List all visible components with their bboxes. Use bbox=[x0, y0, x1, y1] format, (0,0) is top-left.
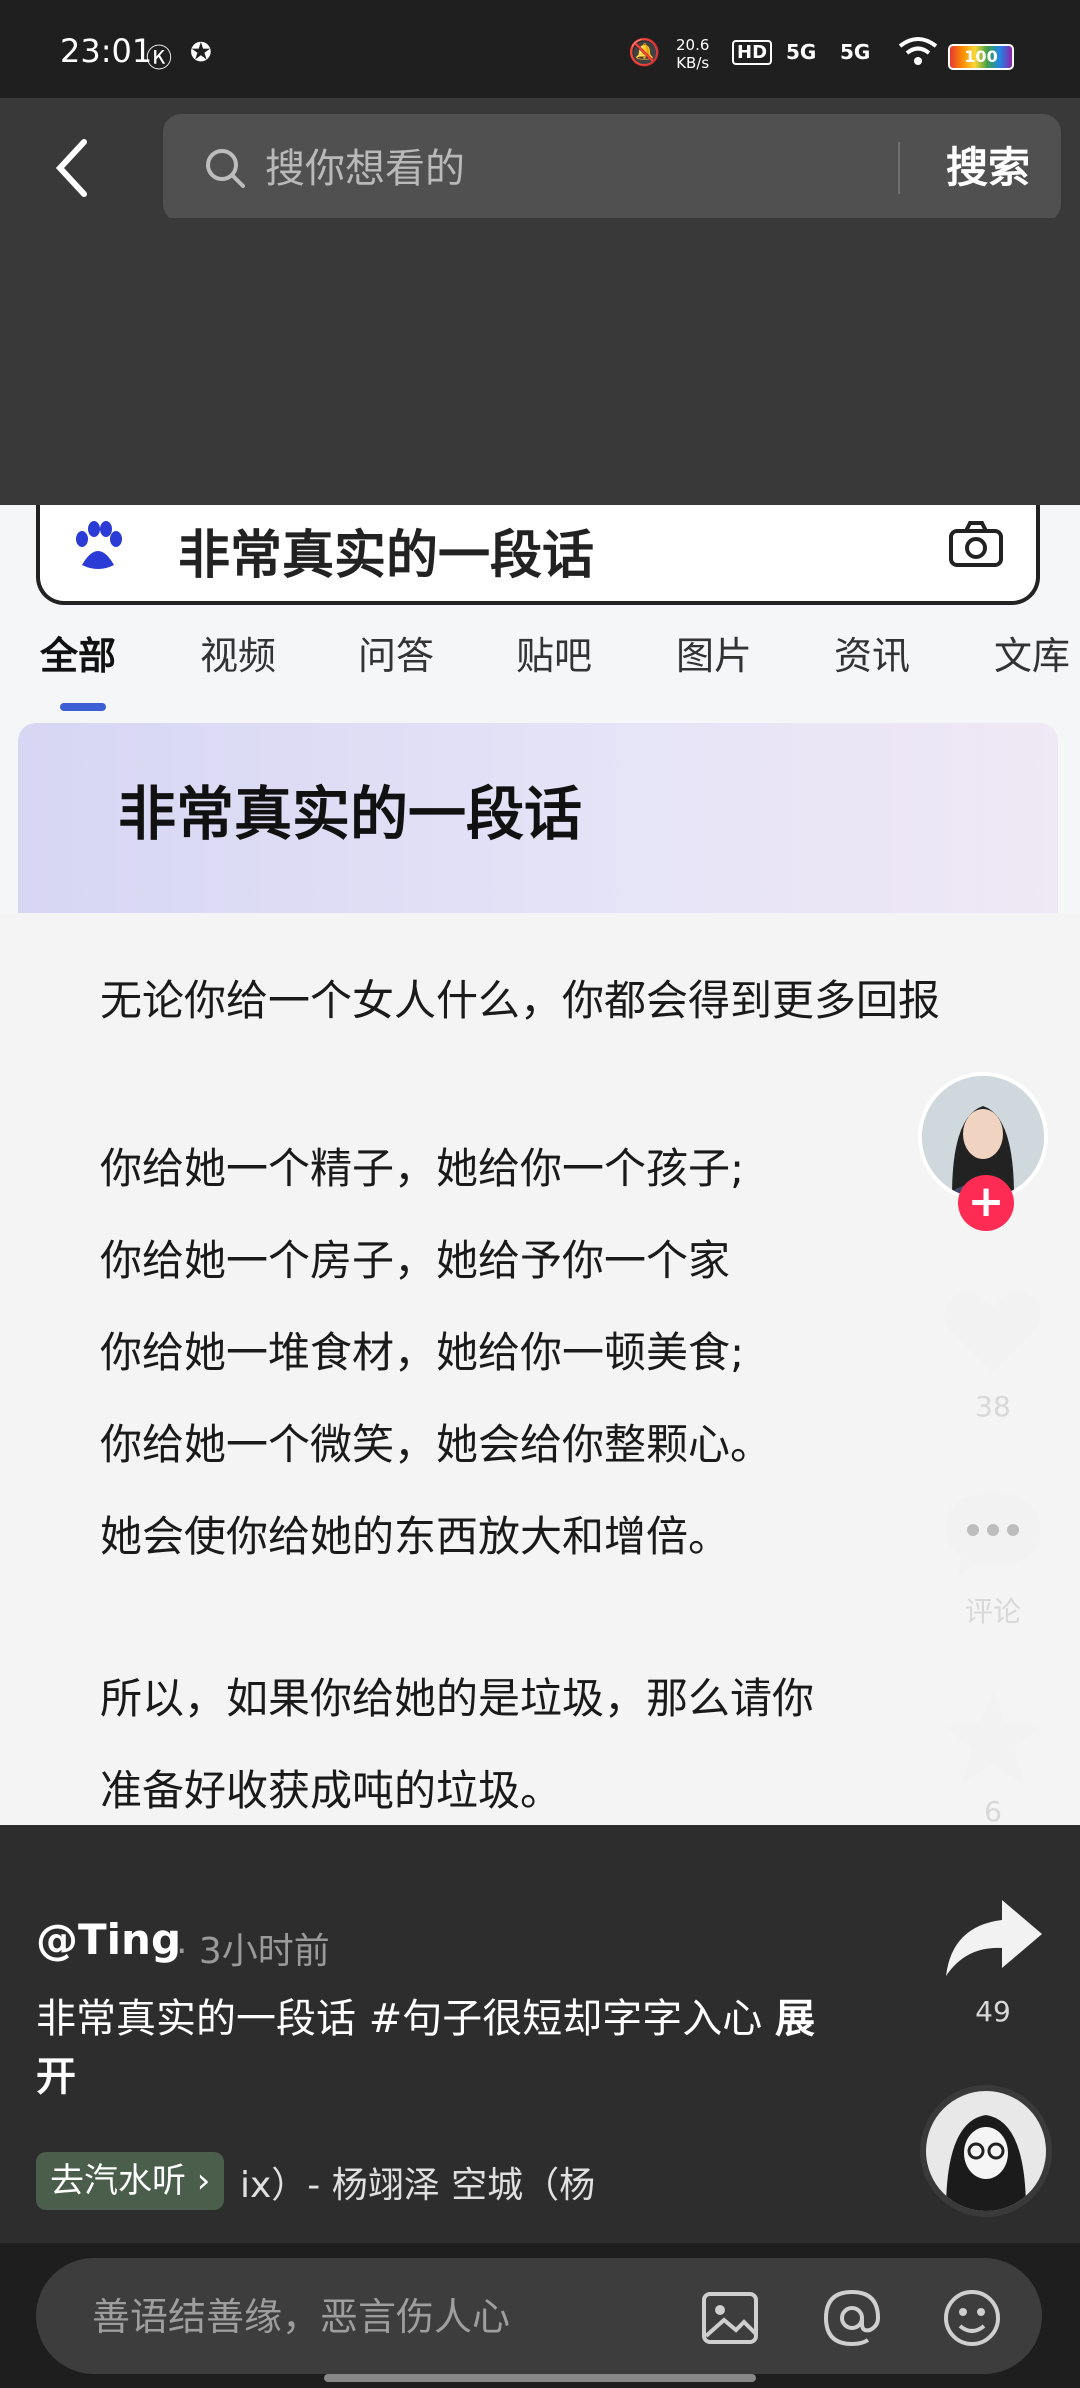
result-card-title: 非常真实的一段话 bbox=[118, 780, 583, 848]
status-bar: 23:01 Ⓚ ✪ 🔕 20.6 KB/s HD 5G 5G 100 bbox=[0, 0, 1080, 98]
home-indicator[interactable] bbox=[324, 2374, 756, 2382]
tab-images: 图片 bbox=[676, 634, 753, 678]
search-button[interactable]: 搜索 bbox=[933, 136, 1043, 200]
music-disc-icon[interactable] bbox=[920, 2085, 1052, 2217]
share-arrow-icon[interactable] bbox=[938, 1890, 1048, 1990]
mute-bell-icon: 🔕 bbox=[628, 38, 661, 68]
text-line-2: 你给她一个精子，她给你一个孩子; bbox=[100, 1144, 745, 1193]
battery-icon: 100 bbox=[948, 44, 1014, 70]
wifi-icon bbox=[898, 36, 938, 73]
search-icon bbox=[206, 149, 245, 188]
status-time: 23:01 bbox=[60, 32, 153, 70]
mention-at-icon[interactable] bbox=[820, 2286, 884, 2350]
back-button[interactable] bbox=[40, 128, 110, 208]
speed-value: 20.6 bbox=[676, 36, 710, 54]
signal-5g-icon: 5G bbox=[786, 40, 817, 64]
baidu-paw-icon bbox=[76, 521, 122, 569]
tab-wenku: 文库 bbox=[994, 634, 1071, 678]
chevron-left-icon bbox=[55, 139, 87, 197]
emoji-icon[interactable] bbox=[940, 2286, 1004, 2350]
like-count: 38 bbox=[975, 1390, 1011, 1423]
music-title[interactable]: ix）- 杨翊泽 空城（杨 bbox=[240, 2156, 595, 2208]
favorite-count: 6 bbox=[984, 1795, 1002, 1828]
post-time: · 3小时前 bbox=[176, 1931, 330, 1972]
comment-bar[interactable] bbox=[36, 2258, 1042, 2374]
k-app-icon: Ⓚ bbox=[146, 44, 173, 74]
speed-unit: KB/s bbox=[676, 54, 710, 72]
comment-bubble-icon[interactable] bbox=[938, 1485, 1048, 1585]
favorite-star-icon[interactable] bbox=[938, 1688, 1048, 1788]
author-name[interactable]: @Ting bbox=[36, 1915, 181, 1964]
text-line-3: 你给她一个房子，她给予你一个家 bbox=[100, 1236, 731, 1285]
follow-button[interactable]: + bbox=[958, 1175, 1014, 1231]
baidu-query-text: 非常真实的一段话 bbox=[178, 526, 595, 586]
tab-indicator bbox=[60, 703, 106, 711]
text-line-1: 无论你给一个女人什么，你都会得到更多回报 bbox=[100, 976, 941, 1025]
post-description: 非常真实的一段话 #句子很短却字字入心 展开 bbox=[36, 1990, 826, 2106]
baidu-search-bar: 非常真实的一段话 bbox=[36, 505, 1040, 605]
text-line-7: 所以，如果你给她的是垃圾，那么请你 bbox=[100, 1674, 815, 1723]
camera-icon bbox=[949, 521, 1003, 567]
image-picker-icon[interactable] bbox=[698, 2286, 762, 2350]
search-input[interactable] bbox=[263, 138, 947, 200]
search-bar[interactable]: 搜索 bbox=[163, 114, 1061, 222]
signal-5g-icon-2: 5G bbox=[840, 40, 871, 64]
wechat-icon: ✪ bbox=[190, 38, 212, 68]
baidu-tabs: 全部 视频 问答 贴吧 图片 资讯 文库 bbox=[0, 625, 1080, 695]
description-text: 非常真实的一段话 #句子很短却字字入心 bbox=[36, 1996, 763, 2042]
text-line-4: 你给她一堆食材，她给你一顿美食; bbox=[100, 1328, 745, 1377]
video-top-margin bbox=[0, 218, 1080, 505]
comment-label: 评论 bbox=[964, 1595, 1021, 1628]
tab-all: 全部 bbox=[40, 634, 117, 678]
search-divider bbox=[898, 142, 900, 194]
text-line-6: 她会使你给她的东西放大和增倍。 bbox=[100, 1512, 731, 1561]
tab-video: 视频 bbox=[200, 634, 277, 678]
tab-tieba: 贴吧 bbox=[516, 634, 593, 678]
open-music-app-button[interactable]: 去汽水听 › bbox=[36, 2152, 225, 2210]
share-count: 49 bbox=[975, 1995, 1011, 2028]
text-line-8: 准备好收获成吨的垃圾。 bbox=[100, 1766, 563, 1815]
tab-news: 资讯 bbox=[834, 634, 911, 678]
comment-input[interactable] bbox=[90, 2288, 654, 2346]
tab-qa: 问答 bbox=[358, 634, 435, 678]
hd-icon: HD bbox=[732, 40, 773, 65]
music-cover-art bbox=[926, 2091, 1046, 2211]
network-speed: 20.6 KB/s bbox=[676, 36, 709, 72]
text-line-5: 你给她一个微笑，她会给你整颗心。 bbox=[100, 1420, 773, 1469]
like-heart-icon[interactable] bbox=[938, 1280, 1048, 1380]
